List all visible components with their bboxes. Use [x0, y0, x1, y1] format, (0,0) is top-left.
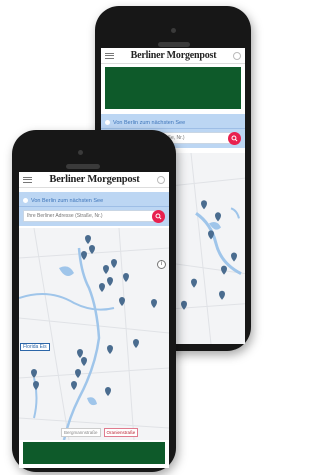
search-icon — [155, 212, 162, 219]
ad-banner[interactable] — [105, 67, 241, 109]
camera — [171, 28, 176, 33]
lake-marker — [107, 277, 113, 286]
lake-marker — [201, 200, 207, 210]
hamburger-menu-icon[interactable] — [105, 52, 114, 59]
gear-icon[interactable] — [156, 175, 165, 184]
lake-marker — [215, 212, 221, 222]
street-chip[interactable]: Bergmannstraße — [61, 427, 101, 437]
lake-marker — [123, 273, 129, 282]
street-chip[interactable]: Oranienstraße — [103, 427, 139, 437]
crown-icon — [105, 120, 110, 125]
search-button[interactable] — [152, 209, 165, 223]
lake-marker — [133, 339, 139, 348]
street-chips: Bergmannstraße Oranienstraße — [19, 426, 169, 438]
speaker — [66, 164, 100, 169]
search-button[interactable] — [228, 131, 241, 145]
panel-title: Von Berlin zum nächsten See — [19, 195, 169, 207]
lake-marker — [75, 369, 81, 378]
address-input[interactable] — [23, 210, 156, 222]
search-panel: Von Berlin zum nächsten See — [19, 192, 169, 226]
lake-marker — [105, 387, 111, 396]
panel-title-text: Von Berlin zum nächsten See — [31, 197, 104, 204]
brand-logo: Berliner Morgenpost — [49, 174, 140, 185]
search-icon — [231, 134, 238, 141]
panel-title: Von Berlin zum nächsten See — [101, 117, 245, 129]
hamburger-menu-icon[interactable] — [23, 176, 32, 183]
screen-front: Berliner Morgenpost Von Berlin zum nächs… — [19, 172, 169, 468]
lake-marker — [85, 235, 91, 244]
lake-marker — [151, 299, 157, 308]
camera — [78, 150, 83, 155]
lake-marker — [103, 265, 109, 274]
lake-marker — [71, 381, 77, 390]
lake-marker — [219, 290, 225, 300]
header-bar: Berliner Morgenpost — [19, 172, 169, 188]
address-row — [23, 209, 165, 223]
gear-icon[interactable] — [232, 51, 241, 60]
lake-marker — [111, 259, 117, 268]
lake-marker — [107, 345, 113, 354]
place-label: Florida Eis — [20, 343, 50, 351]
lake-marker — [77, 349, 83, 358]
phone-front: Berliner Morgenpost Von Berlin zum nächs… — [12, 130, 176, 472]
speaker — [158, 42, 190, 47]
lake-marker — [191, 278, 197, 288]
lake-map[interactable]: i Florida Eis — [19, 228, 169, 440]
lake-marker — [99, 283, 105, 292]
panel-title-text: Von Berlin zum nächsten See — [113, 119, 186, 126]
info-icon[interactable]: i — [157, 260, 166, 269]
lake-marker-group — [31, 235, 157, 396]
crown-icon — [23, 198, 28, 203]
ad-banner[interactable] — [23, 442, 165, 464]
lake-marker — [81, 357, 87, 366]
bottom-ad — [19, 440, 169, 468]
lake-marker — [231, 252, 237, 262]
header-bar: Berliner Morgenpost — [101, 48, 245, 64]
brand-logo: Berliner Morgenpost — [130, 50, 217, 61]
lake-marker-group — [181, 200, 237, 310]
lake-marker — [33, 381, 39, 390]
lake-marker — [81, 251, 87, 260]
lake-marker — [221, 265, 227, 275]
